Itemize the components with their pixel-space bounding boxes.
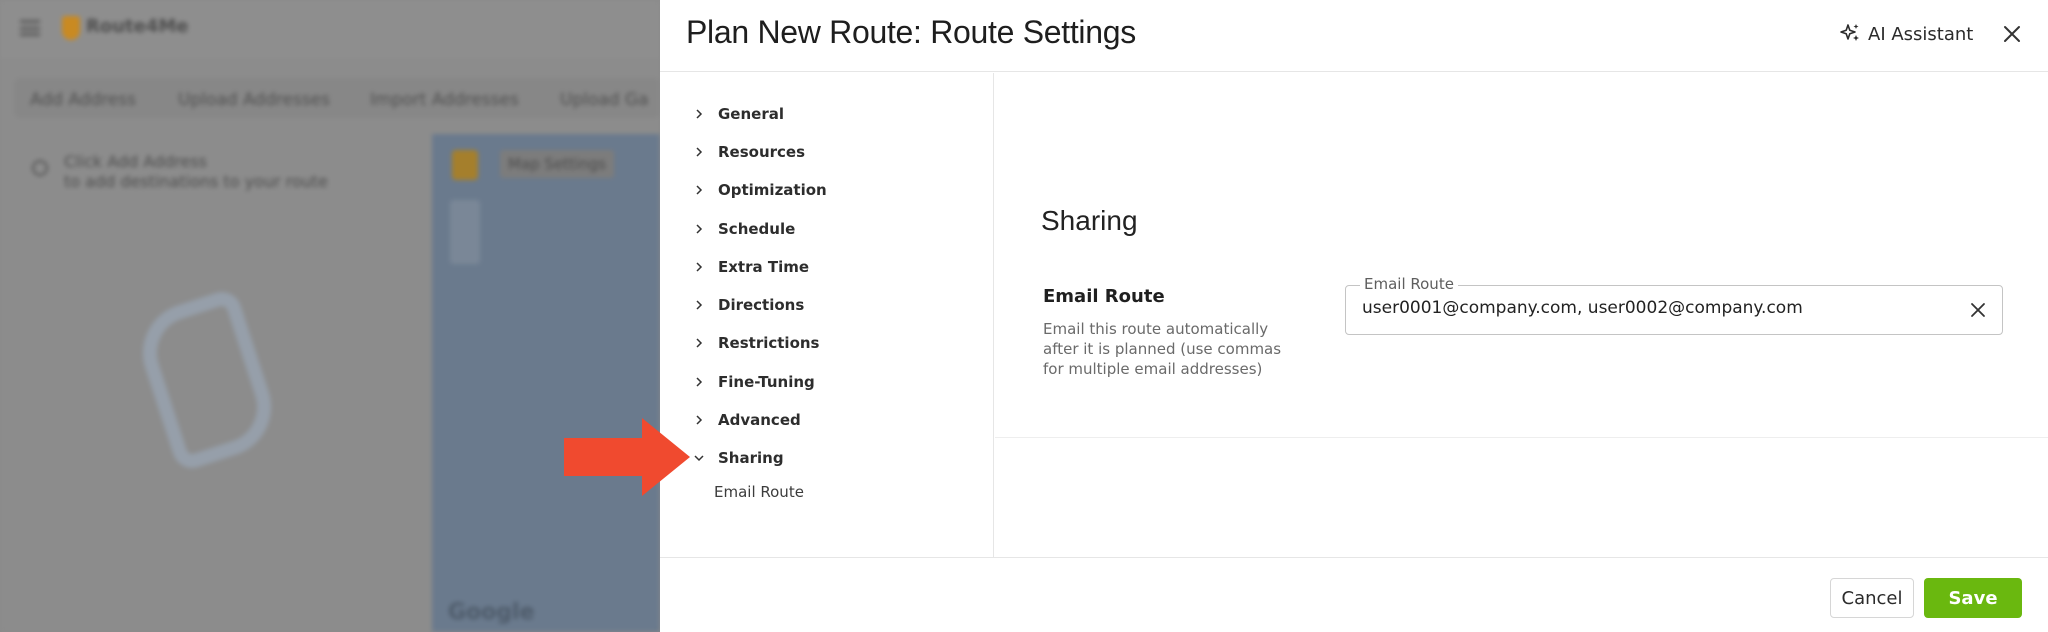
nav-item-label: Fine-Tuning	[718, 373, 815, 391]
map-zoom-control	[450, 200, 480, 264]
map-attribution: Google	[448, 600, 535, 625]
save-button[interactable]: Save	[1924, 578, 2022, 618]
close-icon[interactable]	[2000, 22, 2024, 46]
background-app: Route4Me Add Address Upload Addresses Im…	[0, 0, 660, 632]
background-hint-line2: to add destinations to your route	[64, 172, 328, 191]
clear-icon[interactable]	[1968, 300, 1988, 320]
nav-item-label: General	[718, 105, 784, 123]
chevron-right-icon	[694, 377, 704, 387]
chevron-right-icon	[694, 224, 704, 234]
modal-header: Plan New Route: Route Settings AI Assist…	[660, 0, 2048, 72]
bg-tool-import-addresses: Import Addresses	[370, 90, 519, 110]
settings-content: Sharing Email Route Email this route aut…	[995, 73, 2048, 557]
chevron-right-icon	[694, 300, 704, 310]
nav-item-restrictions[interactable]: Restrictions	[694, 332, 819, 354]
section-title: Sharing	[1041, 205, 1138, 236]
nav-item-label: Restrictions	[718, 334, 820, 352]
nav-item-extra-time[interactable]: Extra Time	[694, 256, 809, 278]
route-illustration-icon	[129, 286, 285, 474]
nav-subitem-email-route[interactable]: Email Route	[714, 483, 804, 501]
ai-assistant-button[interactable]: AI Assistant	[1838, 20, 1973, 48]
nav-item-advanced[interactable]: Advanced	[694, 409, 801, 431]
settings-nav: General Resources Optimization Schedule …	[660, 73, 994, 557]
nav-item-label: Sharing	[718, 449, 784, 467]
nav-item-label: Directions	[718, 296, 805, 314]
field-title: Email Route	[1043, 286, 1165, 307]
bg-tool-upload-ga: Upload Ga	[560, 90, 649, 110]
chevron-right-icon	[694, 338, 704, 348]
menu-icon	[20, 20, 40, 36]
nav-item-sharing[interactable]: Sharing	[694, 447, 784, 469]
nav-item-optimization[interactable]: Optimization	[694, 179, 827, 201]
bg-tool-add-address: Add Address	[30, 90, 137, 110]
nav-item-label: Advanced	[718, 411, 801, 429]
email-route-input[interactable]	[1362, 298, 1952, 318]
email-route-field: Email Route	[1345, 275, 2003, 335]
bg-tool-upload-addresses: Upload Addresses	[178, 90, 330, 110]
modal-footer: Cancel Save	[660, 557, 2048, 632]
nav-item-label: Optimization	[718, 181, 827, 199]
chevron-right-icon	[694, 147, 704, 157]
hint-icon	[32, 160, 48, 176]
divider	[995, 437, 2048, 438]
field-description: Email this route automatically after it …	[1043, 320, 1282, 378]
nav-item-fine-tuning[interactable]: Fine-Tuning	[694, 371, 815, 393]
chevron-right-icon	[694, 185, 704, 195]
map-settings-button: Map Settings	[500, 150, 614, 178]
nav-item-label: Extra Time	[718, 258, 810, 276]
cancel-button[interactable]: Cancel	[1830, 578, 1914, 618]
nav-item-label: Schedule	[718, 220, 796, 238]
chevron-right-icon	[694, 109, 704, 119]
logo-mark-icon	[62, 16, 80, 40]
nav-item-schedule[interactable]: Schedule	[694, 218, 795, 240]
nav-item-label: Resources	[718, 143, 806, 161]
nav-item-resources[interactable]: Resources	[694, 141, 805, 163]
street-view-icon	[452, 150, 478, 180]
modal-title: Plan New Route: Route Settings	[686, 14, 1136, 50]
background-hint-line1: Click Add Address	[64, 152, 207, 171]
nav-item-directions[interactable]: Directions	[694, 294, 804, 316]
route-settings-modal: Plan New Route: Route Settings AI Assist…	[660, 0, 2048, 632]
email-route-legend: Email Route	[1360, 275, 1458, 293]
sparkle-icon	[1840, 24, 1859, 41]
chevron-down-icon	[694, 453, 704, 463]
annotation-arrow-icon	[564, 418, 690, 496]
nav-item-general[interactable]: General	[694, 103, 784, 125]
ai-assistant-label: AI Assistant	[1868, 23, 1974, 45]
chevron-right-icon	[694, 415, 704, 425]
logo: Route4Me	[86, 16, 189, 37]
chevron-right-icon	[694, 262, 704, 272]
